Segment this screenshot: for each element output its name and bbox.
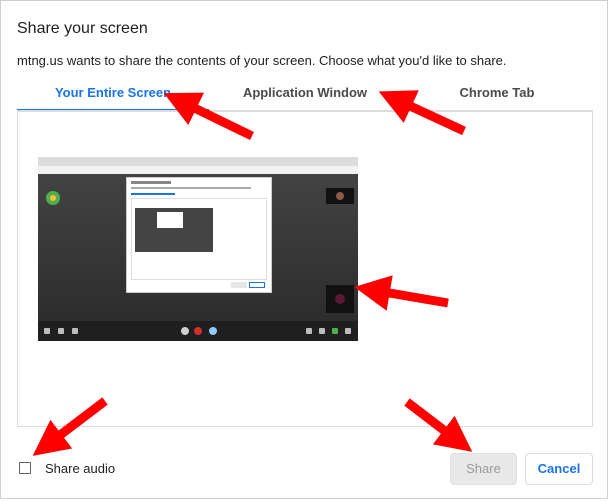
tab-application-window[interactable]: Application Window (209, 79, 401, 109)
dialog-title: Share your screen (17, 20, 148, 37)
thumbnail-phone-icon (181, 327, 189, 335)
cancel-button[interactable]: Cancel (525, 453, 593, 485)
thumbnail-control-icon (332, 328, 338, 334)
thumbnail-control-icon (58, 328, 64, 334)
thumbnail-nested-share-dialog (126, 177, 272, 293)
thumbnail-control-icon (44, 328, 50, 334)
screen-list-pane (17, 111, 593, 427)
dialog-subtitle: mtng.us wants to share the contents of y… (17, 53, 507, 68)
share-screen-dialog: Share your screen mtng.us wants to share… (0, 0, 608, 499)
thumbnail-hangup-icon (194, 327, 202, 335)
thumbnail-logo (46, 191, 60, 205)
thumbnail-participant-video-bottom (326, 285, 354, 313)
share-button[interactable]: Share (450, 453, 517, 485)
thumbnail-control-icon (345, 328, 351, 334)
thumbnail-address-bar (38, 166, 358, 174)
thumbnail-control-icon (306, 328, 312, 334)
thumbnail-control-icon (72, 328, 78, 334)
share-audio-checkbox[interactable] (19, 462, 31, 474)
thumbnail-browser-tabs (38, 157, 358, 166)
screen-thumbnail[interactable] (38, 157, 358, 341)
tab-entire-screen[interactable]: Your Entire Screen (17, 79, 209, 111)
share-audio-label[interactable]: Share audio (45, 461, 115, 476)
thumbnail-chat-icon (209, 327, 217, 335)
thumbnail-participant-video-top (326, 188, 354, 204)
tab-chrome-tab[interactable]: Chrome Tab (401, 79, 593, 109)
share-source-tabs: Your Entire Screen Application Window Ch… (17, 79, 593, 111)
thumbnail-control-icon (319, 328, 325, 334)
